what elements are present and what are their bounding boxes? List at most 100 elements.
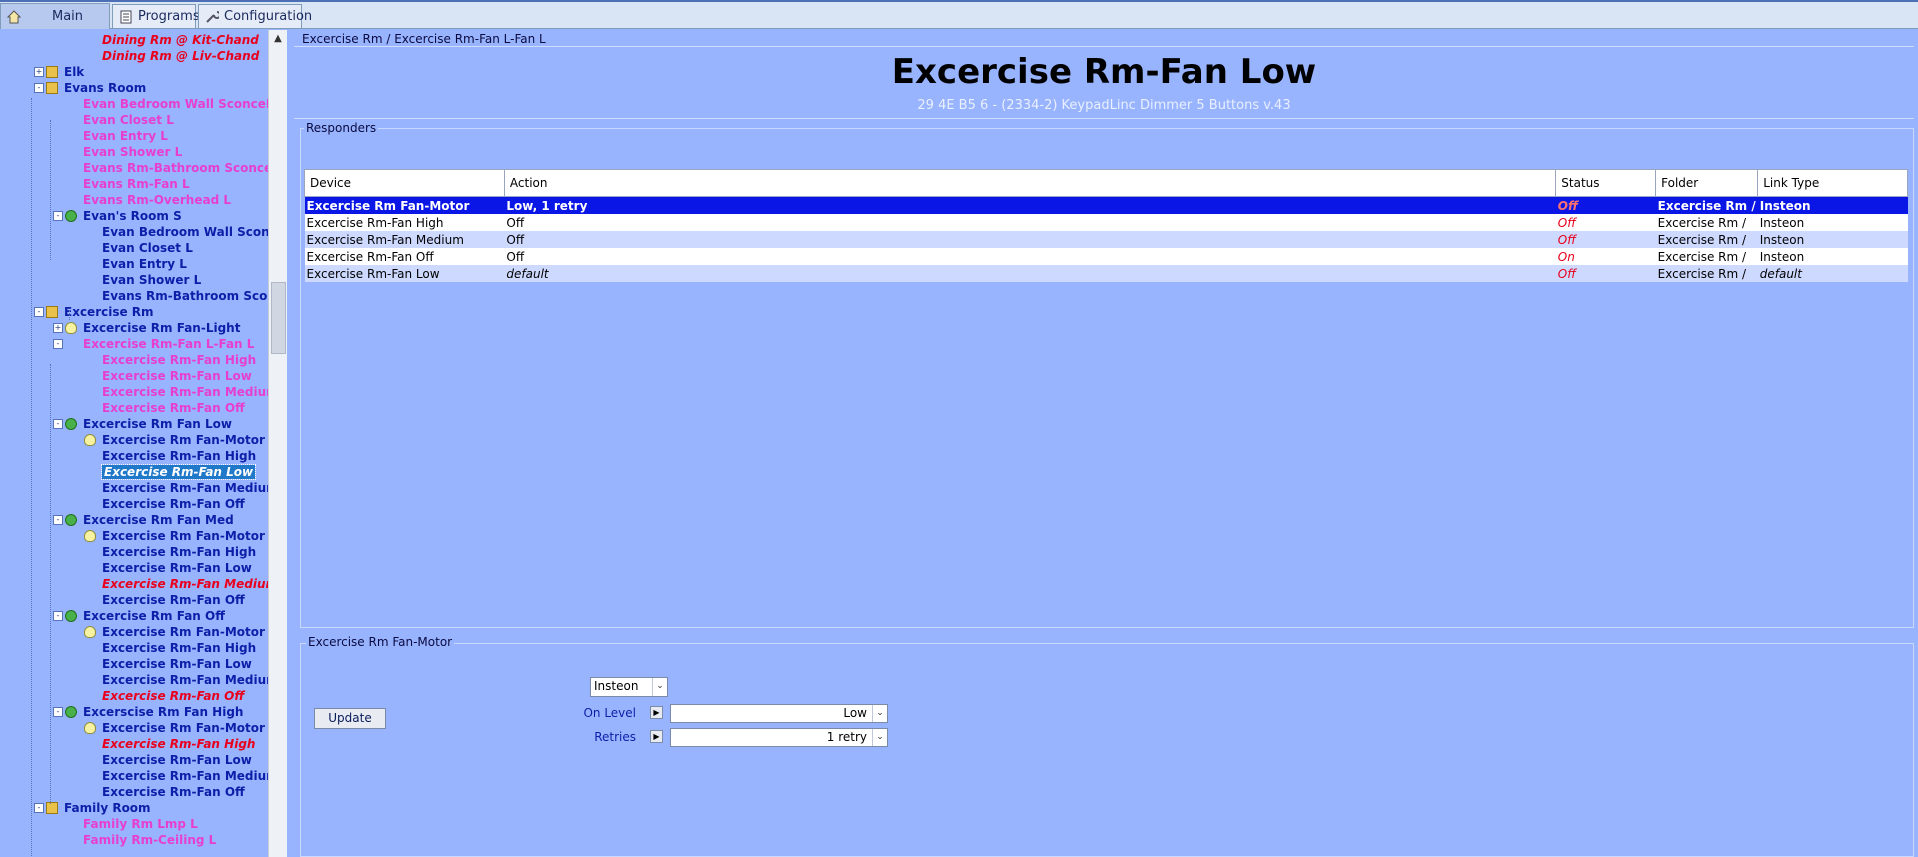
cell-action: default [504, 265, 1556, 282]
tree-item[interactable]: Evans Rm-Bathroom Sconces L [83, 160, 268, 176]
tree-item[interactable]: Excercise Rm-Fan L-Fan L [83, 336, 254, 352]
table-row[interactable]: Excercise Rm-Fan Medium Off Off Excercis… [304, 231, 1908, 248]
tree-item[interactable]: Evan Shower L [83, 144, 182, 160]
tree-item[interactable]: Excercise Rm-Fan Medium [102, 384, 268, 400]
table-row[interactable]: Excercise Rm-Fan High Off Off Excercise … [304, 214, 1908, 231]
tree-scrollbar[interactable]: ▲ [268, 30, 287, 857]
column-header-folder[interactable]: Folder [1655, 169, 1759, 197]
tree-expander-icon[interactable]: - [34, 307, 44, 317]
retries-select[interactable]: 1 retry ⌄ [670, 728, 888, 747]
tree-item[interactable]: Evan Bedroom Wall SconceL [102, 224, 268, 240]
tab-configuration[interactable]: Configuration [198, 4, 312, 28]
tree-item[interactable]: Excercise Rm-Fan High [102, 352, 256, 368]
tree-item[interactable]: Excercise Rm-Fan Low [102, 752, 252, 768]
tree-item-label: Excercise Rm-Fan Medium [102, 481, 269, 495]
tree-item-label: Evan Entry L [102, 257, 187, 271]
tree-item[interactable]: Family Rm-Ceiling L [83, 832, 216, 848]
column-header-link-type[interactable]: Link Type [1757, 169, 1908, 197]
tree-item[interactable]: Excercise Rm [64, 304, 154, 320]
tree-item[interactable]: Excercise Rm-Fan Off [102, 592, 245, 608]
tree-item[interactable]: Excercise Rm Fan-Motor [102, 432, 265, 448]
on-level-select[interactable]: Low ⌄ [670, 704, 888, 723]
tree-item[interactable]: Excercise Rm-Fan High [102, 448, 256, 464]
tab-programs[interactable]: Programs [112, 4, 200, 28]
chevron-down-icon[interactable]: ⌄ [872, 705, 887, 722]
tree-item[interactable]: Evans Rm-Fan L [83, 176, 190, 192]
tree-item[interactable]: Excercise Rm-Fan Off [102, 400, 245, 416]
tree-item[interactable]: Dining Rm @ Kit-Chand [102, 32, 259, 48]
scrollbar-thumb[interactable] [271, 282, 286, 354]
tree-expander-icon[interactable]: + [53, 323, 63, 333]
tree-item[interactable]: Excercise Rm Fan-Motor [102, 528, 265, 544]
tree-item[interactable]: Evan Closet L [83, 112, 174, 128]
tab-main[interactable]: Main [0, 3, 110, 29]
tree-item[interactable]: Excercise Rm Fan Low [83, 416, 232, 432]
tree-item[interactable]: Evan Shower L [102, 272, 201, 288]
table-row[interactable]: Excercise Rm Fan-Motor Low, 1 retry Off … [304, 196, 1908, 214]
tree-item[interactable]: Excercise Rm-Fan High [102, 544, 256, 560]
tree-expander-icon[interactable]: - [53, 339, 63, 349]
column-header-status[interactable]: Status [1555, 169, 1657, 197]
tree-item[interactable]: Excercise Rm-Fan Off [102, 784, 245, 800]
tree-expander-icon[interactable]: - [34, 803, 44, 813]
tree-item-label: Evans Rm-Overhead L [83, 193, 231, 207]
play-arrow-icon[interactable]: ▶ [650, 706, 663, 719]
tree-item[interactable]: Evan Entry L [102, 256, 187, 272]
tree-item[interactable]: Evan Closet L [102, 240, 193, 256]
tree-item[interactable]: Excercise Rm Fan-Light [83, 320, 240, 336]
tree-item[interactable]: Dining Rm @ Liv-Chand [102, 48, 259, 64]
tree-item[interactable]: Excercise Rm-Fan Medium [102, 576, 268, 592]
tree-expander-icon[interactable]: - [53, 611, 63, 621]
lightbulb-icon [84, 722, 96, 734]
tree-item-label: Excercise Rm Fan Low [83, 417, 233, 431]
tree-expander-icon[interactable]: - [53, 211, 63, 221]
tree-item[interactable]: Excerscise Rm Fan High [83, 704, 243, 720]
chevron-up-icon[interactable]: ▲ [271, 33, 285, 47]
tree-item[interactable]: Excercise Rm-Fan Low [102, 560, 252, 576]
protocol-select[interactable]: Insteon ⌄ [590, 677, 668, 697]
tree-expander-icon[interactable]: + [34, 67, 44, 77]
table-header-row: Device Action Status Folder Link Type [304, 169, 1908, 197]
tree-item[interactable]: Excercise Rm Fan-Motor [102, 624, 265, 640]
tree-item[interactable]: Excercise Rm-Fan Off [102, 688, 244, 704]
tree-item[interactable]: Excercise Rm Fan Med [83, 512, 234, 528]
tree-item[interactable]: Evans Rm-Overhead L [83, 192, 231, 208]
tree-item[interactable]: Evans Room [64, 80, 146, 96]
keypad-icon [65, 178, 77, 190]
chevron-down-icon[interactable]: ⌄ [652, 678, 667, 696]
keypad-icon [65, 818, 77, 830]
responders-table: Device Action Status Folder Link Type Ex… [304, 169, 1908, 282]
tree-item[interactable]: Excercise Rm-Fan Medium [102, 768, 268, 784]
table-row[interactable]: Excercise Rm-Fan Off Off On Excercise Rm… [304, 248, 1908, 265]
tree-item[interactable]: Elk [64, 64, 84, 80]
tree-expander-icon[interactable]: - [53, 515, 63, 525]
tree-item[interactable]: Excercise Rm-Fan High [102, 640, 256, 656]
tree-item-label: Excercise Rm [64, 305, 154, 319]
tree-item[interactable]: Excercise Rm Fan-Motor [102, 720, 265, 736]
tree-item[interactable]: Excercise Rm-Fan Low [102, 656, 252, 672]
play-arrow-icon[interactable]: ▶ [650, 730, 663, 743]
chevron-down-icon[interactable]: ⌄ [872, 729, 887, 746]
tree-expander-icon[interactable]: - [34, 83, 44, 93]
table-row[interactable]: Excercise Rm-Fan Low default Off Excerci… [304, 265, 1908, 282]
tree-item[interactable]: Excercise Rm Fan Off [83, 608, 225, 624]
tree-expander-icon[interactable]: - [53, 707, 63, 717]
tree-item[interactable]: Evan Entry L [83, 128, 168, 144]
tree-item[interactable]: Family Rm Lmp L [83, 816, 198, 832]
tree-item[interactable]: Excercise Rm-Fan Medium [102, 480, 269, 496]
tree-item[interactable]: Excercise Rm-Fan Off [102, 496, 245, 512]
update-button[interactable]: Update [314, 708, 386, 729]
tree-item[interactable]: Evans Rm-Bathroom Sconces [102, 288, 268, 304]
keypad-icon [84, 402, 96, 414]
tree-expander-icon[interactable]: - [53, 419, 63, 429]
tree-item[interactable]: Evan Bedroom Wall SconceL [83, 96, 268, 112]
tree-item[interactable]: Excercise Rm-Fan Medium [102, 672, 268, 688]
column-header-device[interactable]: Device [304, 169, 505, 197]
device-tree[interactable]: Dining Rm @ Kit-Chand Dining Rm @ Liv-Cha… [0, 30, 269, 857]
column-header-action[interactable]: Action [503, 169, 1557, 197]
tree-item[interactable]: Evan's Room S [83, 208, 182, 224]
tree-item[interactable]: Excercise Rm-Fan High [102, 736, 255, 752]
tree-item[interactable]: Excercise Rm-Fan Low [100, 464, 257, 480]
tree-item[interactable]: Excercise Rm-Fan Low [102, 368, 252, 384]
tree-item[interactable]: Family Room [64, 800, 151, 816]
